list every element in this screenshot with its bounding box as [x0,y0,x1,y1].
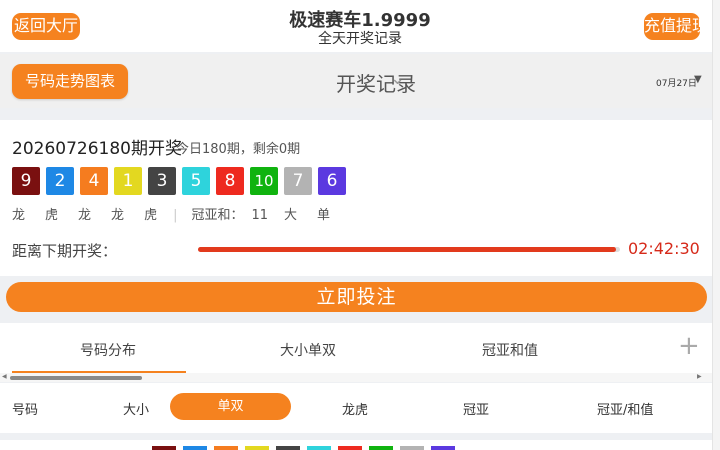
draw-attribute: | [173,208,178,223]
date-selector[interactable]: 07月27日 [656,76,697,89]
bet-now-button[interactable]: 立即投注 [6,282,707,312]
result-ball: 4 [80,167,108,195]
countdown-timer: 02:42:30 [628,239,700,258]
result-ball [214,446,238,450]
result-ball: 8 [216,167,244,195]
result-ball [307,446,331,450]
trend-chart-button[interactable]: 号码走势图表 [12,64,128,99]
draw-attribute: 虎 [45,208,59,223]
result-ball: 9 [12,167,40,195]
tab-size-parity[interactable]: 大小单双 [280,340,336,360]
vertical-scrollbar[interactable] [712,0,720,450]
result-ball [369,446,393,450]
result-ball [152,446,176,450]
draw-attributes: 龙 虎 龙 龙 虎 | 冠亚和： 11 大 单 [12,204,330,223]
result-ball: 2 [46,167,74,195]
tab-bar: 号码分布 大小单双 冠亚和值 + [0,323,712,375]
page-subtitle: 全天开奖记录 [318,31,402,47]
countdown-progress-bar [198,247,620,252]
result-row-partial [0,440,712,450]
draw-attribute: 虎 [144,208,158,223]
filter-bar: 号码 大小 单双 龙虎 冠亚 冠亚/和值 [0,383,712,433]
result-ball [338,446,362,450]
draw-attribute: 龙 [12,208,26,223]
latest-draw-card: 20260726180期开奖 今日180期，剩余0期 9 2 4 1 3 5 8 10 7 6 龙… [0,120,712,276]
filter-number[interactable]: 号码 [12,399,38,418]
result-ball: 7 [284,167,312,195]
draw-info: 今日180期，剩余0期 [176,142,301,157]
recharge-button[interactable]: 充值提现 [644,13,708,40]
tab-sum-value[interactable]: 冠亚和值 [482,340,538,360]
draw-attribute: 11 [251,208,269,223]
countdown-label: 距离下期开奖： [12,242,118,260]
caret-down-icon[interactable]: ▼ [694,74,702,85]
result-ball: 1 [114,167,142,195]
sub-header: 号码走势图表 开奖记录 ⌄ 07月27日 ▼ [0,54,712,108]
filter-sum-value[interactable]: 冠亚/和值 [597,399,653,418]
scroll-left-arrow-icon[interactable]: ◀ [2,373,7,380]
result-ball: 6 [318,167,346,195]
result-ball: 10 [250,167,278,195]
filter-champion-runner[interactable]: 冠亚 [463,399,489,418]
app-header: 返回大厅 极速赛车1.9999 全天开奖记录 充值提现 [0,0,720,52]
result-ball: 3 [148,167,176,195]
draw-attribute: 龙 [78,208,92,223]
filter-size[interactable]: 大小 [123,399,149,418]
draw-attribute: 龙 [111,208,125,223]
draw-attribute: 单 [317,208,331,223]
result-ball [400,446,424,450]
tab-number-distribution[interactable]: 号码分布 [80,340,136,360]
scroll-right-arrow-icon[interactable]: ▶ [697,373,702,380]
draw-title: 20260726180期开奖 [12,139,182,159]
result-ball [431,446,455,450]
result-ball [183,446,207,450]
draw-attribute: 冠亚和： [191,208,244,223]
horizontal-scrollbar[interactable]: ◀ ▶ [0,373,712,382]
scrollbar-thumb[interactable] [10,376,142,380]
countdown-progress-fill [198,247,616,252]
result-ball [245,446,269,450]
plus-icon[interactable]: + [678,333,700,359]
filter-parity-active[interactable]: 单双 [170,393,291,420]
draw-attribute: 大 [284,208,298,223]
filter-dragon-tiger[interactable]: 龙虎 [342,399,368,418]
chevron-down-icon[interactable]: ⌄ [390,68,405,89]
result-ball: 5 [182,167,210,195]
result-ball [276,446,300,450]
